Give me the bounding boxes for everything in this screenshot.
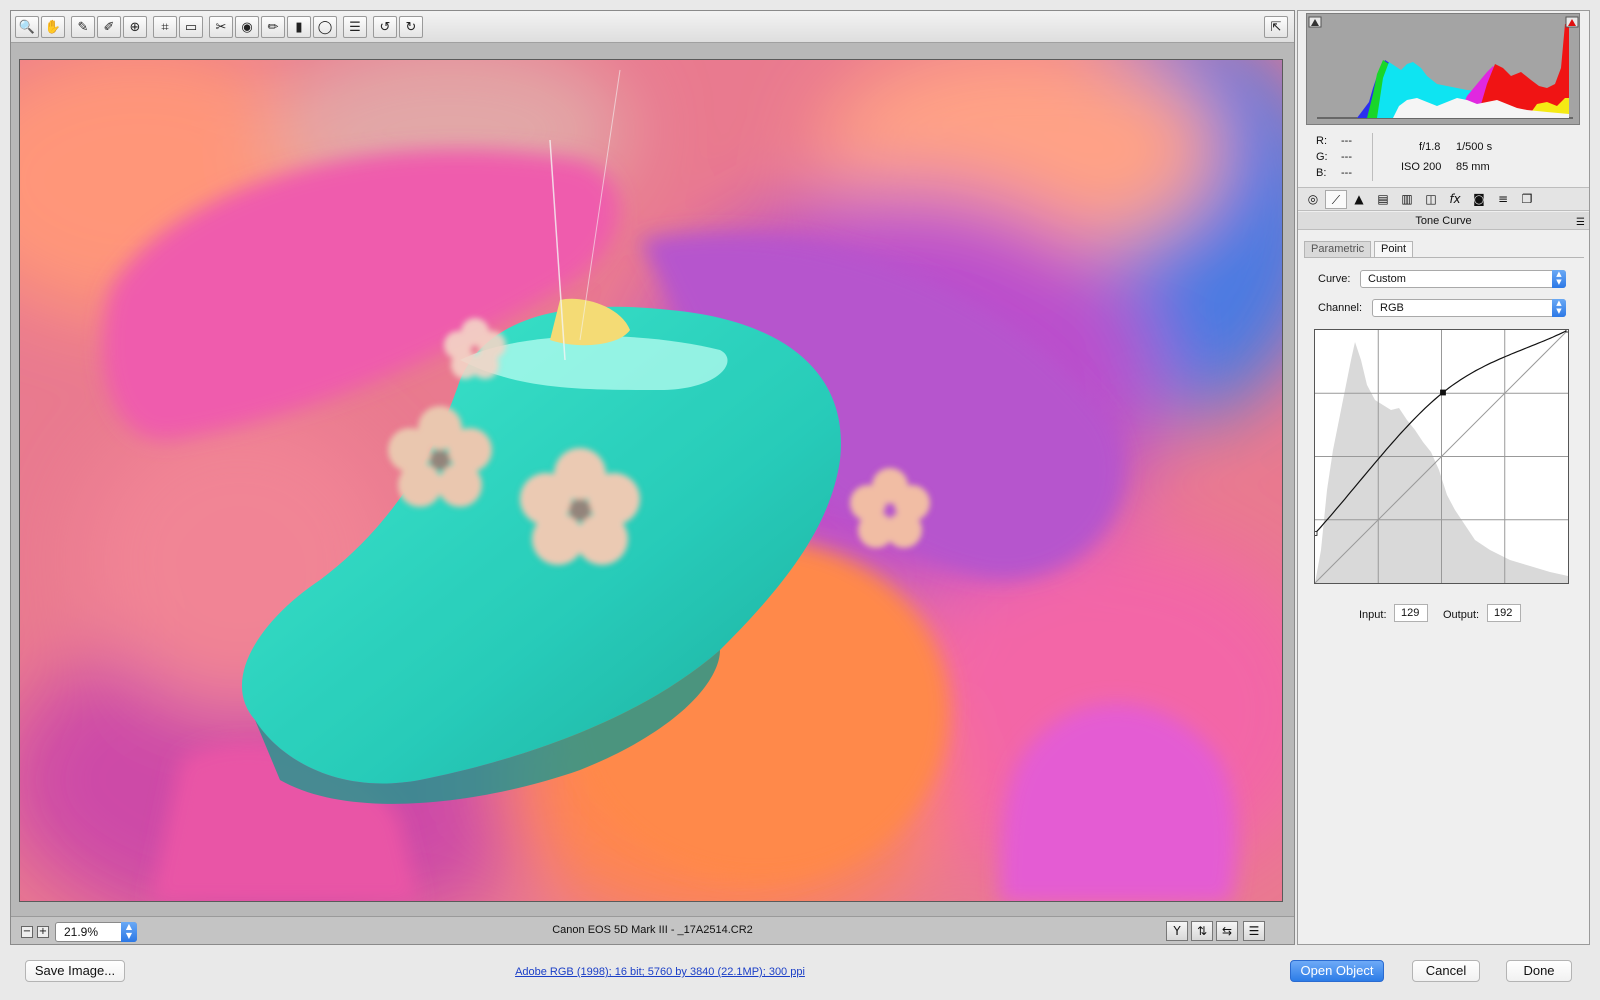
snapshots-tab-icon[interactable]: ❐ <box>1516 190 1538 209</box>
output-field[interactable]: 192 <box>1487 604 1521 622</box>
channel-select[interactable]: RGB ▲ ▼ <box>1372 299 1566 317</box>
iso-value: ISO 200 <box>1401 161 1442 173</box>
histogram <box>1306 13 1580 125</box>
radial-filter-tool-icon[interactable]: ◯ <box>313 16 337 38</box>
adjustment-brush-tool-icon[interactable]: ✏ <box>261 16 285 38</box>
file-caption: Canon EOS 5D Mark III - _17A2514.CR2 <box>552 924 753 936</box>
shutter-value: 1/500 s <box>1456 141 1493 153</box>
tone-curve-tab-icon[interactable]: ⟋ <box>1325 190 1347 209</box>
open-object-button[interactable]: Open Object <box>1290 960 1384 982</box>
lens-corrections-tab-icon[interactable]: ◫ <box>1420 190 1442 209</box>
curve-control-point[interactable] <box>1312 530 1318 536</box>
dialog-footer: Save Image... Adobe RGB (1998); 16 bit; … <box>0 946 1600 1000</box>
g-value: --- <box>1341 151 1352 163</box>
spot-removal-tool-icon[interactable]: ✂ <box>209 16 233 38</box>
rotate-right-icon[interactable]: ↻ <box>399 16 423 38</box>
b-value: --- <box>1341 167 1352 179</box>
photo-canvas <box>20 60 1282 901</box>
copy-settings-icon[interactable]: ⇆ <box>1216 921 1238 941</box>
cancel-button[interactable]: Cancel <box>1412 960 1480 982</box>
aperture-value: f/1.8 <box>1419 141 1441 153</box>
effects-tab-icon[interactable]: fx <box>1444 190 1466 209</box>
done-button[interactable]: Done <box>1506 960 1572 982</box>
curve-select-arrow-icon: ▲ ▼ <box>1552 270 1566 288</box>
camera-raw-dialog: 🔍 ✋ ✎ ✐ ⊕ ⌗ ▭ ✂ ◉ ✏ ▮ ◯ ☰ ↺ ↻ ⇱ − + 21.9… <box>0 0 1600 1000</box>
input-field[interactable]: 129 <box>1394 604 1428 622</box>
b-label: B: <box>1316 167 1327 179</box>
r-value: --- <box>1341 135 1352 147</box>
curve-control-point[interactable] <box>1565 327 1571 333</box>
tab-parametric[interactable]: Parametric <box>1304 241 1372 257</box>
curve-label: Curve: <box>1318 273 1351 285</box>
tone-curve-editor[interactable] <box>1312 327 1571 584</box>
graduated-filter-tool-icon[interactable]: ▮ <box>287 16 311 38</box>
focal-length-value: 85 mm <box>1456 161 1490 173</box>
camera-calibration-tab-icon[interactable]: ◙ <box>1468 190 1490 209</box>
tone-curve-graph <box>1312 327 1571 584</box>
toggle-settings-icon[interactable]: ☰ <box>1243 921 1265 941</box>
presets-tab-icon[interactable]: ≡ <box>1492 190 1514 209</box>
red-eye-removal-tool-icon[interactable]: ◉ <box>235 16 259 38</box>
channel-select-arrow-icon: ▲ ▼ <box>1552 299 1566 317</box>
curve-preset-select[interactable]: Custom ▲ ▼ <box>1360 270 1566 288</box>
workflow-options-link[interactable]: Adobe RGB (1998); 16 bit; 5760 by 3840 (… <box>0 966 1320 978</box>
preview-workspace: 🔍 ✋ ✎ ✐ ⊕ ⌗ ▭ ✂ ◉ ✏ ▮ ◯ ☰ ↺ ↻ ⇱ − + 21.9… <box>10 10 1295 945</box>
output-label: Output: <box>1443 609 1480 621</box>
detail-tab-icon[interactable]: ▲ <box>1348 190 1370 209</box>
hand-tool-icon[interactable]: ✋ <box>41 16 65 38</box>
rotate-left-icon[interactable]: ↺ <box>373 16 397 38</box>
swap-before-after-icon[interactable]: ⇅ <box>1191 921 1213 941</box>
straighten-tool-icon[interactable]: ▭ <box>179 16 203 38</box>
curve-control-point[interactable] <box>1440 389 1446 396</box>
panel-menu-icon[interactable]: ☰ <box>1576 214 1585 232</box>
panel-tab-bar: ◎ ⟋ ▲ ▤ ▥ ◫ fx ◙ ≡ ❐ <box>1298 187 1589 211</box>
hsl-tab-icon[interactable]: ▤ <box>1372 190 1394 209</box>
status-bar: − + 21.9% ▲ ▼ Canon EOS 5D Mark III - _17… <box>11 916 1294 944</box>
tab-point[interactable]: Point <box>1374 241 1414 257</box>
fullscreen-toggle-icon[interactable]: ⇱ <box>1264 16 1288 38</box>
channel-value: RGB <box>1380 302 1404 314</box>
before-after-view-icon[interactable]: Y <box>1166 921 1188 941</box>
image-preview[interactable] <box>19 59 1283 902</box>
r-label: R: <box>1316 135 1327 147</box>
tab-underline <box>1304 257 1584 258</box>
input-label: Input: <box>1359 609 1387 621</box>
histogram-graph <box>1307 14 1579 124</box>
white-balance-tool-icon[interactable]: ✎ <box>71 16 95 38</box>
preferences-icon[interactable]: ☰ <box>343 16 367 38</box>
adjustments-panel: R: --- G: --- B: --- f/1.8 1/500 s ISO 2… <box>1297 10 1590 945</box>
basic-tab-icon[interactable]: ◎ <box>1302 190 1324 209</box>
zoom-tool-icon[interactable]: 🔍 <box>15 16 39 38</box>
g-label: G: <box>1316 151 1328 163</box>
crop-tool-icon[interactable]: ⌗ <box>153 16 177 38</box>
panel-title-text: Tone Curve <box>1415 215 1472 227</box>
color-sampler-tool-icon[interactable]: ✐ <box>97 16 121 38</box>
split-toning-tab-icon[interactable]: ▥ <box>1396 190 1418 209</box>
channel-label: Channel: <box>1318 302 1363 314</box>
info-divider <box>1372 133 1373 181</box>
targeted-adjustment-tool-icon[interactable]: ⊕ <box>123 16 147 38</box>
panel-title: Tone Curve ☰ <box>1298 212 1589 230</box>
tool-bar: 🔍 ✋ ✎ ✐ ⊕ ⌗ ▭ ✂ ◉ ✏ ▮ ◯ ☰ ↺ ↻ ⇱ <box>11 11 1294 43</box>
curve-preset-value: Custom <box>1368 273 1406 285</box>
info-readout: R: --- G: --- B: --- f/1.8 1/500 s ISO 2… <box>1306 129 1582 185</box>
